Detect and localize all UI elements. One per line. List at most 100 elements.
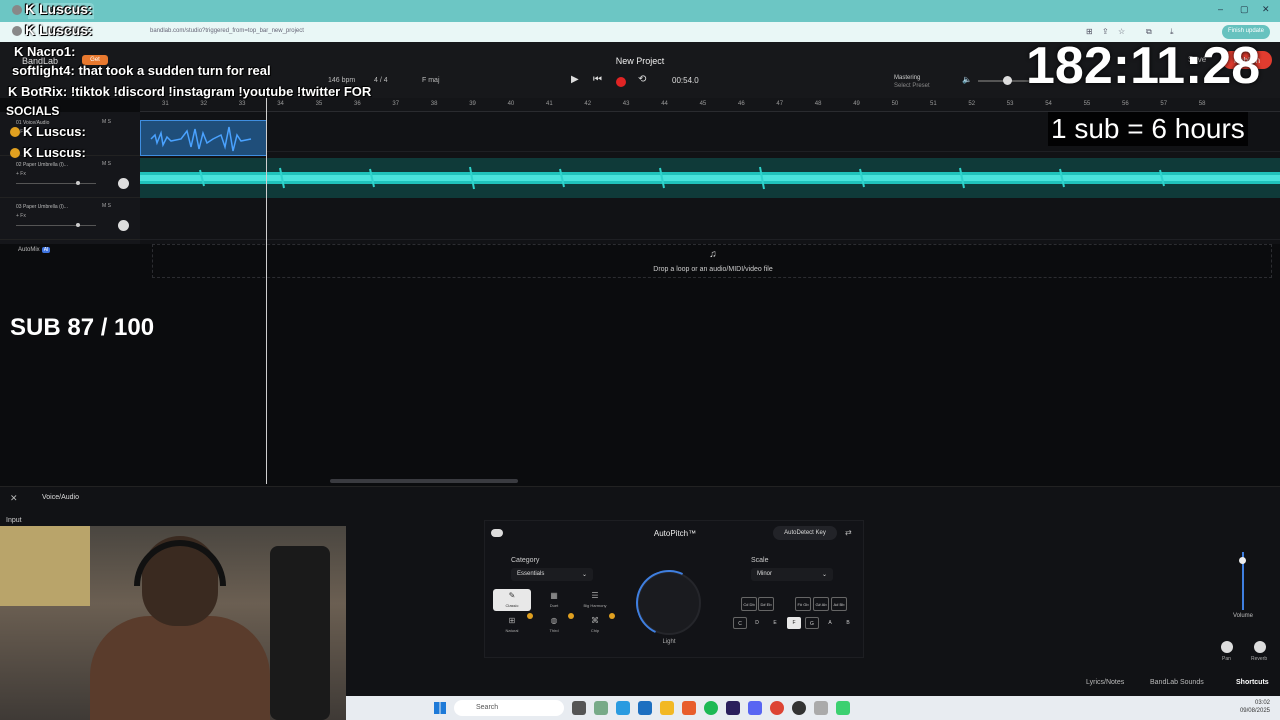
close-panel-icon[interactable]: ✕ — [10, 493, 18, 504]
key-d-sharp[interactable]: D# Eb — [758, 597, 774, 611]
maximize-icon[interactable]: ▢ — [1240, 4, 1249, 15]
mute-solo[interactable]: M S — [102, 119, 111, 125]
lane-2[interactable] — [140, 158, 1280, 198]
ruler-mark: 40 — [507, 101, 515, 107]
reverb-knob[interactable] — [1254, 641, 1266, 653]
key-f[interactable]: F — [787, 617, 801, 629]
discord-icon[interactable] — [748, 701, 762, 715]
preset-natural[interactable]: ⊞ Natural — [493, 614, 531, 636]
scale-select[interactable]: Minor ⌄ — [751, 568, 833, 581]
mute-button[interactable]: M — [102, 119, 106, 125]
track-volume-handle[interactable] — [76, 181, 80, 185]
mastering-selector[interactable]: Mastering Select Preset — [894, 74, 930, 90]
play-icon[interactable]: ▶ — [571, 74, 579, 85]
automix-row[interactable]: AutoMix AI — [0, 244, 140, 258]
sounds-tab[interactable]: BandLab Sounds — [1150, 679, 1204, 686]
chat-username: K BotRix: — [8, 84, 68, 99]
obs-icon[interactable] — [792, 701, 806, 715]
edge-icon[interactable] — [616, 701, 630, 715]
mute-button[interactable]: M — [102, 203, 106, 209]
clock-time: 03:02 — [1254, 700, 1270, 706]
star-icon[interactable]: ☆ — [1118, 27, 1125, 36]
key-g-sharp[interactable]: G# Ab — [813, 597, 829, 611]
extension-icon[interactable]: ⊞ — [1086, 27, 1093, 36]
taskbar-clock[interactable]: 03:02 09/08/2025 — [1240, 699, 1270, 715]
track-volume-handle[interactable] — [76, 223, 80, 227]
mute-solo[interactable]: M S — [102, 203, 111, 209]
share-icon[interactable]: ⇪ — [1102, 27, 1109, 36]
chat-text: SOCIALS — [6, 104, 60, 118]
pan-knob[interactable] — [118, 220, 129, 231]
key-a-sharp[interactable]: A# Bb — [831, 597, 847, 611]
lyrics-tab[interactable]: Lyrics/Notes — [1086, 679, 1124, 686]
key-c-sharp[interactable]: C# Db — [741, 597, 757, 611]
mute-solo[interactable]: M S — [102, 161, 111, 167]
app-icon[interactable] — [814, 701, 828, 715]
key-b[interactable]: B — [841, 617, 855, 629]
minimize-icon[interactable]: – — [1218, 4, 1223, 14]
solo-button[interactable]: S — [108, 119, 111, 125]
meter-display[interactable]: 4 / 4 — [374, 77, 388, 84]
folder-icon[interactable] — [660, 701, 674, 715]
headset-icon — [134, 540, 226, 586]
key-a[interactable]: A — [823, 617, 837, 629]
key-c[interactable]: C — [733, 617, 747, 629]
brave-icon[interactable] — [682, 701, 696, 715]
add-fx-button[interactable]: + Fx — [16, 213, 26, 219]
sliders-icon[interactable]: ⇄ — [845, 528, 852, 537]
settings-icon[interactable] — [594, 701, 608, 715]
key-f-sharp[interactable]: F# Gb — [795, 597, 811, 611]
close-window-icon[interactable]: ✕ — [1262, 4, 1270, 15]
kick-icon[interactable] — [836, 701, 850, 715]
windows-start-icon[interactable] — [434, 702, 446, 714]
taskbar-search[interactable]: Search — [454, 700, 564, 716]
pan-knob[interactable] — [118, 178, 129, 189]
loop-icon[interactable]: ⟲ — [638, 74, 646, 85]
key-e[interactable]: E — [768, 617, 782, 629]
audio-clip[interactable] — [140, 158, 1280, 198]
track-header-3[interactable]: 03 Paper Umbrella (I)... M S + Fx — [0, 200, 140, 240]
premiere-icon[interactable] — [726, 701, 740, 715]
task-view-icon[interactable] — [572, 701, 586, 715]
mute-button[interactable]: M — [102, 161, 106, 167]
record-button[interactable] — [616, 77, 626, 87]
lane-3[interactable] — [140, 200, 1280, 240]
drop-zone[interactable]: ♫ Drop a loop or an audio/MIDI/video fil… — [152, 244, 1272, 278]
track-volume-slider[interactable] — [16, 225, 96, 226]
category-select[interactable]: Essentials ⌄ — [511, 568, 593, 581]
rewind-icon[interactable]: ⏮ — [593, 74, 602, 85]
tempo-display[interactable]: 146 bpm — [328, 77, 355, 84]
timeline-ruler[interactable]: 31 32 33 34 35 36 37 38 39 40 41 42 43 44 45 46 47 48 49 50… — [140, 98, 1280, 112]
master-volume-handle[interactable] — [1003, 76, 1012, 85]
key-g[interactable]: G — [805, 617, 819, 629]
solo-button[interactable]: S — [108, 203, 111, 209]
knob-label: Light — [662, 639, 676, 645]
ruler-mark: 33 — [238, 101, 246, 107]
track-header-2[interactable]: 02 Paper Umbrella (I)... M S + Fx — [0, 158, 140, 198]
url-text[interactable]: bandlab.com/studio?triggered_from=top_ba… — [150, 28, 304, 34]
preset-big-harmony[interactable]: ☰ Big Harmony — [576, 589, 614, 611]
horizontal-scrollbar[interactable] — [330, 479, 518, 483]
input-label[interactable]: Input — [6, 517, 22, 524]
playhead[interactable] — [266, 98, 267, 484]
track-volume-handle[interactable] — [1239, 557, 1246, 564]
chrome-icon[interactable] — [770, 701, 784, 715]
speaker-icon[interactable]: 🔈 — [962, 75, 972, 84]
store-icon[interactable] — [638, 701, 652, 715]
strength-knob[interactable] — [626, 560, 712, 646]
preset-label: Natural — [505, 628, 519, 633]
premium-badge — [609, 613, 615, 619]
key-d[interactable]: D — [750, 617, 764, 629]
preset-duet[interactable]: ▦ Duet — [535, 589, 573, 611]
chevron-down-icon: ⌄ — [581, 572, 587, 578]
autodetect-key-button[interactable]: AutoDetect Key — [773, 526, 837, 540]
track-volume-slider[interactable] — [16, 183, 96, 184]
voice-clip[interactable] — [140, 120, 267, 156]
add-fx-button[interactable]: + Fx — [16, 171, 26, 177]
key-display[interactable]: F maj — [422, 77, 440, 84]
preset-classic[interactable]: ✎ Classic — [493, 589, 531, 611]
spotify-icon[interactable] — [704, 701, 718, 715]
shortcuts-tab[interactable]: Shortcuts — [1236, 679, 1269, 686]
solo-button[interactable]: S — [108, 161, 111, 167]
pan-knob[interactable] — [1221, 641, 1233, 653]
